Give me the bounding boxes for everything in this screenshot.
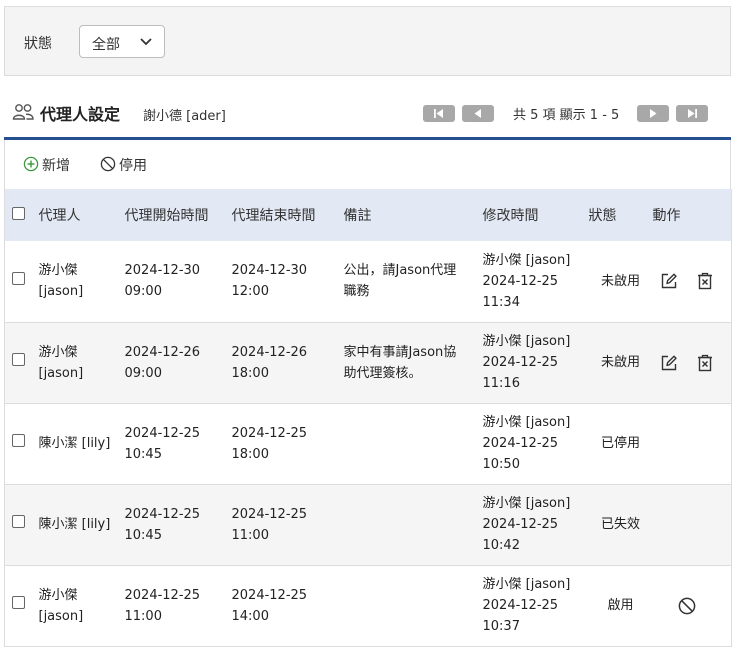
status-badge: 未啟用 — [588, 322, 653, 404]
trash-icon[interactable] — [695, 271, 715, 291]
add-button[interactable]: 新增 — [23, 155, 79, 175]
table-row: 陳小潔 [lily] 2024-12-25 10:45 2024-12-25 1… — [4, 484, 732, 566]
start-time-cell: 2024-12-25 10:45 — [124, 403, 232, 485]
pagination-info: 共 5 項 顯示 1 - 5 — [513, 108, 620, 123]
row-checkbox[interactable] — [12, 596, 25, 609]
note-cell — [343, 484, 483, 566]
people-icon — [12, 104, 34, 120]
section-header: 代理人設定 謝小德 [ader] 共 5 項 顯示 1 - 5 — [4, 95, 731, 131]
action-cell — [652, 322, 732, 404]
end-time-cell: 2024-12-25 18:00 — [231, 403, 344, 485]
proxy-cell: 游小傑 [jason] — [38, 565, 125, 647]
table-header-row: 代理人 代理開始時間 代理結束時間 備註 修改時間 狀態 動作 — [4, 189, 732, 241]
start-time-cell: 2024-12-25 10:45 — [124, 484, 232, 566]
status-filter-value: 全部 — [92, 37, 120, 53]
end-time-cell: 2024-12-30 12:00 — [231, 241, 344, 323]
row-select-cell — [4, 484, 39, 566]
status-filter-label: 狀態 — [24, 36, 52, 52]
ban-icon[interactable] — [677, 596, 697, 616]
row-select-cell — [4, 241, 39, 323]
row-select-cell — [4, 322, 39, 404]
status-badge: 已停用 — [588, 403, 653, 485]
note-cell — [343, 565, 483, 647]
status-badge: 未啟用 — [588, 241, 653, 323]
next-page-button[interactable] — [637, 105, 669, 122]
page-title: 代理人設定 — [40, 105, 121, 124]
disable-button[interactable]: 停用 — [100, 155, 156, 175]
col-proxy[interactable]: 代理人 — [38, 189, 125, 241]
action-cell — [652, 565, 732, 647]
col-note[interactable]: 備註 — [343, 189, 483, 241]
end-time-cell: 2024-12-26 18:00 — [231, 322, 344, 404]
select-all-checkbox[interactable] — [12, 206, 25, 220]
row-select-cell — [4, 565, 39, 647]
current-user: 謝小德 [ader] — [143, 109, 226, 124]
row-checkbox[interactable] — [12, 515, 25, 528]
end-time-cell: 2024-12-25 11:00 — [231, 484, 344, 566]
last-page-icon — [688, 109, 697, 118]
table-row: 游小傑 [jason] 2024-12-25 11:00 2024-12-25 … — [4, 565, 732, 647]
col-end[interactable]: 代理結束時間 — [231, 189, 344, 241]
modified-cell: 游小傑 [jason] 2024-12-25 10:42 — [482, 484, 589, 566]
note-cell — [343, 403, 483, 485]
note-cell: 公出，請Jason代理 職務 — [343, 241, 483, 323]
action-cell — [652, 403, 732, 485]
modified-cell: 游小傑 [jason] 2024-12-25 11:16 — [482, 322, 589, 404]
col-status[interactable]: 狀態 — [588, 189, 653, 241]
end-time-cell: 2024-12-25 14:00 — [231, 565, 344, 647]
status-badge: 啟用 — [588, 565, 653, 647]
disable-button-label: 停用 — [119, 158, 147, 174]
edit-icon[interactable] — [659, 353, 679, 373]
status-badge: 已失效 — [588, 484, 653, 566]
plus-circle-icon — [23, 156, 39, 172]
first-page-button[interactable] — [423, 105, 455, 122]
proxy-table: 代理人 代理開始時間 代理結束時間 備註 修改時間 狀態 動作 游小傑 [jas… — [4, 189, 732, 647]
row-checkbox[interactable] — [12, 434, 25, 447]
table-row: 陳小潔 [lily] 2024-12-25 10:45 2024-12-25 1… — [4, 403, 732, 485]
note-cell: 家中有事請Jason協 助代理簽核。 — [343, 322, 483, 404]
filter-panel: 狀態 全部 — [4, 6, 731, 76]
proxy-cell: 陳小潔 [lily] — [38, 403, 125, 485]
last-page-button[interactable] — [676, 105, 708, 122]
start-time-cell: 2024-12-26 09:00 — [124, 322, 232, 404]
proxy-cell: 陳小潔 [lily] — [38, 484, 125, 566]
modified-cell: 游小傑 [jason] 2024-12-25 10:37 — [482, 565, 589, 647]
edit-icon[interactable] — [659, 271, 679, 291]
status-filter-select[interactable]: 全部 — [79, 25, 165, 58]
start-time-cell: 2024-12-25 11:00 — [124, 565, 232, 647]
proxy-cell: 游小傑 [jason] — [38, 241, 125, 323]
add-button-label: 新增 — [42, 158, 70, 174]
row-checkbox[interactable] — [12, 271, 25, 285]
first-page-icon — [434, 109, 443, 118]
prev-page-icon — [474, 109, 481, 118]
chevron-down-icon — [140, 38, 152, 46]
trash-icon[interactable] — [695, 353, 715, 373]
next-page-icon — [650, 109, 657, 118]
modified-cell: 游小傑 [jason] 2024-12-25 11:34 — [482, 241, 589, 323]
ban-icon — [100, 156, 116, 172]
col-action: 動作 — [652, 189, 732, 241]
toolbar: 新增 停用 — [4, 140, 731, 189]
col-start[interactable]: 代理開始時間 — [124, 189, 232, 241]
start-time-cell: 2024-12-30 09:00 — [124, 241, 232, 323]
row-checkbox[interactable] — [12, 353, 25, 366]
action-cell — [652, 241, 732, 323]
table-row: 游小傑 [jason] 2024-12-30 09:00 2024-12-30 … — [4, 241, 732, 323]
modified-cell: 游小傑 [jason] 2024-12-25 10:50 — [482, 403, 589, 485]
table-row: 游小傑 [jason] 2024-12-26 09:00 2024-12-26 … — [4, 322, 732, 404]
action-cell — [652, 484, 732, 566]
col-modified[interactable]: 修改時間 — [482, 189, 589, 241]
select-all-cell — [4, 189, 39, 241]
proxy-cell: 游小傑 [jason] — [38, 322, 125, 404]
row-select-cell — [4, 403, 39, 485]
prev-page-button[interactable] — [462, 105, 494, 122]
